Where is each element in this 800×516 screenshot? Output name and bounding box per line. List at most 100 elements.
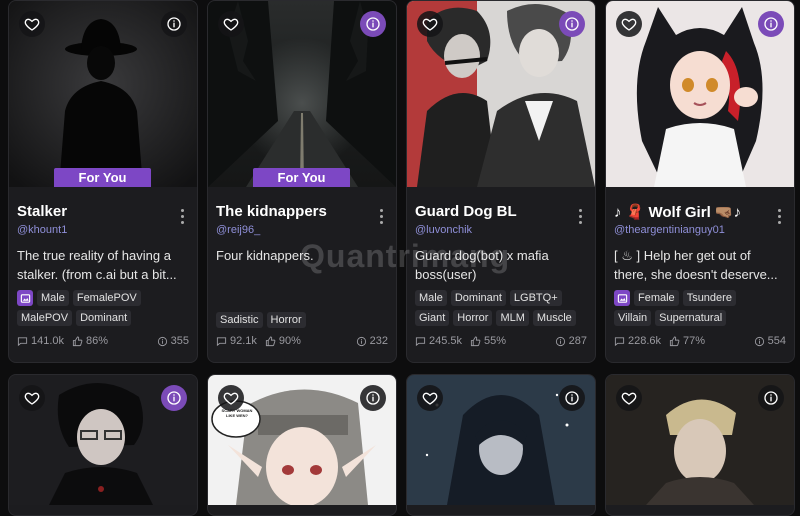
tag[interactable]: Muscle <box>532 310 576 326</box>
thumbs-up-icon <box>669 335 680 346</box>
info-button[interactable] <box>758 385 784 411</box>
character-card-stalker[interactable]: For You Stalker @khount1 The true realit… <box>8 0 198 363</box>
info-icon <box>565 391 579 405</box>
info-circle-icon <box>555 336 565 346</box>
heart-icon <box>223 392 239 405</box>
view-count: 355 <box>170 335 189 347</box>
favorite-button[interactable] <box>616 385 642 411</box>
tag[interactable]: Dominant <box>450 290 506 306</box>
tag[interactable]: Dominant <box>76 310 132 326</box>
info-button[interactable] <box>360 11 386 37</box>
more-options-button[interactable] <box>778 209 782 225</box>
chat-count: 228.6k <box>628 335 662 347</box>
info-button[interactable] <box>559 11 585 37</box>
chat-icon <box>17 336 28 346</box>
chat-count: 92.1k <box>230 335 257 347</box>
tag[interactable]: Tsundere <box>682 290 736 306</box>
character-description: [ ♨ ] Help her get out of there, she doe… <box>614 248 778 282</box>
heart-icon <box>621 392 637 405</box>
more-options-button[interactable] <box>380 209 384 225</box>
favorite-button[interactable] <box>417 385 443 411</box>
info-circle-icon <box>157 336 167 346</box>
chat-count: 245.5k <box>429 335 463 347</box>
tag[interactable]: Giant <box>415 310 450 326</box>
favorite-button[interactable] <box>417 11 443 37</box>
character-name[interactable]: Guard Dog BL <box>415 203 517 220</box>
info-icon <box>366 391 380 405</box>
character-card-wolf-girl[interactable]: ♪ 🧣 Wolf Girl 🤜🏽♪ @theargentinianguy01 [… <box>605 0 795 363</box>
tag[interactable]: Male <box>415 290 447 306</box>
info-button[interactable] <box>559 385 585 411</box>
favorite-button[interactable] <box>218 385 244 411</box>
for-you-badge: For You <box>54 168 151 187</box>
favorite-button[interactable] <box>19 385 45 411</box>
character-card-guard-dog-bl[interactable]: Guard Dog BL @luvonchik Guard dog(bot) x… <box>406 0 596 363</box>
card-stats: 141.0k 86% 355 <box>17 335 189 347</box>
image-gen-icon <box>614 290 630 306</box>
character-description: Four kidnappers. <box>216 248 314 263</box>
heart-icon <box>621 18 637 31</box>
thumbs-up-icon <box>265 335 276 346</box>
author-link[interactable]: @theargentinianguy01 <box>614 224 725 236</box>
tag[interactable]: LGBTQ+ <box>509 290 562 306</box>
view-count: 554 <box>767 335 786 347</box>
info-button[interactable] <box>161 11 187 37</box>
card-stats: 228.6k 77% 554 <box>614 335 786 347</box>
info-icon <box>764 391 778 405</box>
view-count: 232 <box>369 335 388 347</box>
more-options-button[interactable] <box>579 209 583 225</box>
tag-list: Sadistic Horror <box>216 312 392 332</box>
info-icon <box>167 391 181 405</box>
info-circle-icon <box>356 336 366 346</box>
more-options-button[interactable] <box>181 209 185 225</box>
favorite-button[interactable] <box>218 11 244 37</box>
card-stats: 92.1k 90% 232 <box>216 335 388 347</box>
character-card-the-kidnappers[interactable]: For You The kidnappers @reij96_ Four kid… <box>207 0 397 363</box>
tag[interactable]: FemalePOV <box>72 290 141 306</box>
tag[interactable]: Female <box>634 290 679 306</box>
character-name[interactable]: ♪ 🧣 Wolf Girl 🤜🏽♪ <box>614 203 741 221</box>
chat-icon <box>216 336 227 346</box>
info-button[interactable] <box>360 385 386 411</box>
like-percent: 90% <box>278 335 301 347</box>
info-icon <box>366 17 380 31</box>
author-link[interactable]: @luvonchik <box>415 224 472 236</box>
tag[interactable]: Horror <box>453 310 493 326</box>
like-percent: 77% <box>683 335 706 347</box>
tag[interactable]: Male <box>37 290 69 306</box>
character-name[interactable]: Stalker <box>17 203 67 220</box>
thumbs-up-icon <box>470 335 481 346</box>
card-stats: 245.5k 55% 287 <box>415 335 587 347</box>
for-you-badge: For You <box>253 168 350 187</box>
favorite-button[interactable] <box>19 11 45 37</box>
info-icon <box>565 17 579 31</box>
character-grid: For You Stalker @khount1 The true realit… <box>0 0 800 516</box>
info-button[interactable] <box>161 385 187 411</box>
heart-icon <box>422 18 438 31</box>
tag-list: Female Tsundere Villain Supernatural <box>614 290 790 330</box>
favorite-button[interactable] <box>616 11 642 37</box>
info-circle-icon <box>754 336 764 346</box>
tag[interactable]: Horror <box>266 312 306 328</box>
chat-icon <box>614 336 625 346</box>
author-link[interactable]: @khount1 <box>17 224 67 236</box>
like-percent: 86% <box>86 335 109 347</box>
image-gen-icon <box>17 290 33 306</box>
view-count: 287 <box>568 335 587 347</box>
info-button[interactable] <box>758 11 784 37</box>
heart-icon <box>24 392 40 405</box>
tag[interactable]: MLM <box>496 310 529 326</box>
tag[interactable]: Villain <box>614 310 652 326</box>
tag[interactable]: Sadistic <box>216 312 263 328</box>
info-icon <box>167 17 181 31</box>
character-name[interactable]: The kidnappers <box>216 203 327 220</box>
tag-list: Male Dominant LGBTQ+ Giant Horror MLM Mu… <box>415 290 591 330</box>
author-link[interactable]: @reij96_ <box>216 224 260 236</box>
heart-icon <box>422 392 438 405</box>
like-percent: 55% <box>484 335 507 347</box>
info-icon <box>764 17 778 31</box>
tag[interactable]: Supernatural <box>655 310 727 326</box>
chat-count: 141.0k <box>31 335 65 347</box>
tag[interactable]: MalePOV <box>17 310 73 326</box>
tag-list: Male FemalePOV MalePOV Dominant <box>17 290 193 330</box>
